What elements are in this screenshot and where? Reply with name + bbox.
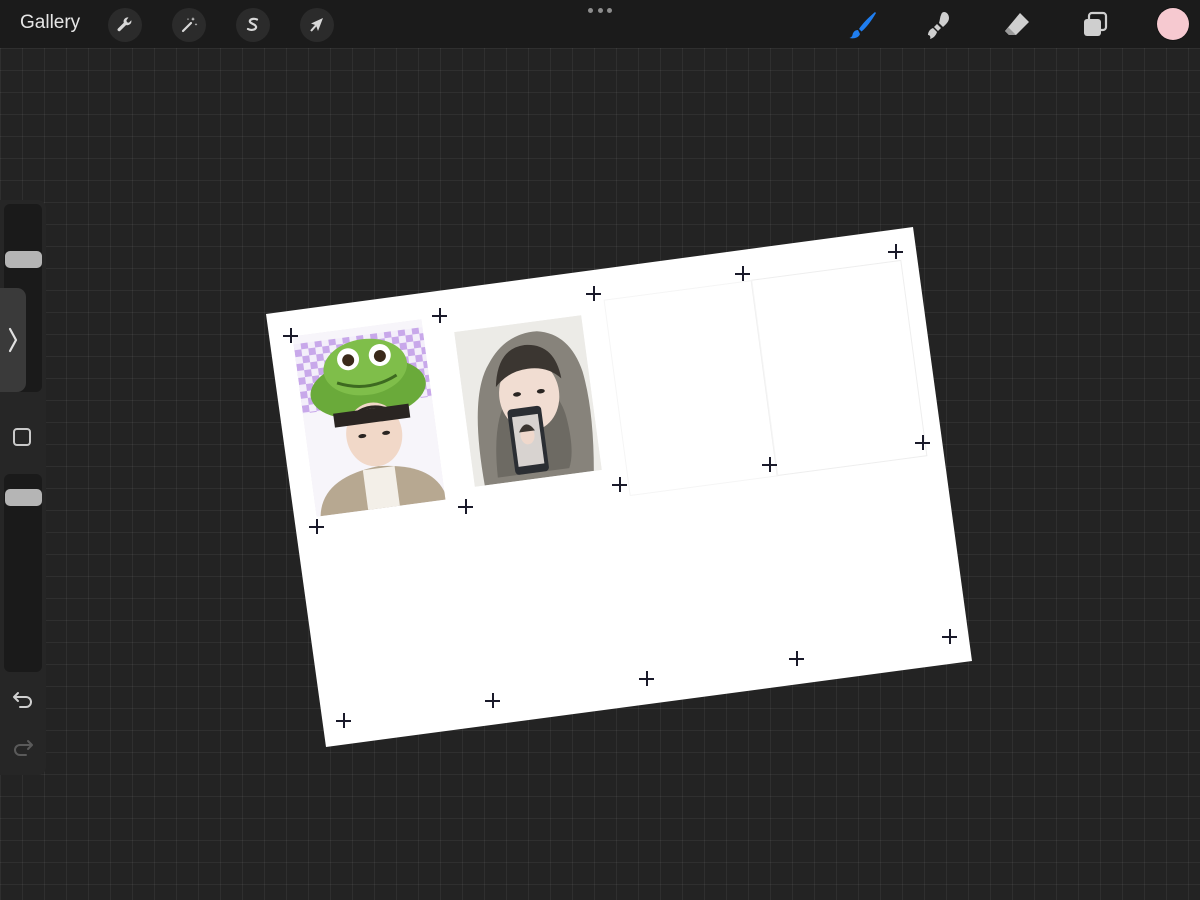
opacity-thumb[interactable]	[5, 489, 42, 506]
smudge-icon	[928, 12, 949, 39]
wrench-icon	[117, 17, 132, 32]
magic-wand-icon	[181, 17, 198, 33]
crop-mark	[336, 713, 351, 728]
undo-button[interactable]	[11, 688, 35, 710]
frog-hat-photo-icon	[292, 319, 446, 517]
empty-frame	[750, 259, 928, 477]
crop-mark	[942, 629, 957, 644]
more-options-dots[interactable]	[588, 6, 612, 14]
photo-hoodie-phone[interactable]	[454, 315, 602, 487]
redo-icon	[14, 740, 33, 756]
layers-button[interactable]	[1078, 8, 1112, 42]
layers-icon	[1084, 11, 1108, 36]
crop-mark	[735, 266, 750, 281]
brush-button[interactable]	[846, 8, 880, 42]
crop-mark	[432, 308, 447, 323]
eraser-button[interactable]	[1000, 8, 1034, 42]
crop-mark	[762, 457, 777, 472]
crop-mark	[485, 693, 500, 708]
crop-mark	[458, 499, 473, 514]
modify-square-button[interactable]	[13, 428, 31, 446]
crop-mark	[888, 244, 903, 259]
top-toolbar: Gallery	[0, 0, 1200, 48]
photo-frog-hat[interactable]	[292, 319, 446, 517]
crop-mark	[789, 651, 804, 666]
arrow-cursor-icon	[310, 18, 323, 32]
crop-mark	[639, 671, 654, 686]
sidebar-collapse-tab[interactable]	[0, 288, 26, 392]
selection-s-icon	[246, 17, 259, 32]
eraser-icon	[1005, 13, 1029, 35]
undo-icon	[13, 692, 32, 708]
smudge-button[interactable]	[922, 8, 956, 42]
transform-button[interactable]	[300, 8, 334, 42]
selection-button[interactable]	[236, 8, 270, 42]
adjustments-button[interactable]	[172, 8, 206, 42]
crop-mark	[586, 286, 601, 301]
crop-mark	[309, 519, 324, 534]
actions-button[interactable]	[108, 8, 142, 42]
hoodie-photo-icon	[454, 315, 602, 487]
crop-mark	[283, 328, 298, 343]
gallery-button[interactable]: Gallery	[20, 12, 80, 34]
brush-size-thumb[interactable]	[5, 251, 42, 268]
left-sidebar	[0, 200, 46, 775]
crop-mark	[612, 477, 627, 492]
brush-icon	[849, 12, 876, 39]
color-picker-swatch[interactable]	[1157, 8, 1189, 40]
chevron-right-icon	[8, 327, 18, 353]
redo-button[interactable]	[11, 736, 35, 758]
crop-mark	[915, 435, 930, 450]
empty-frame	[603, 279, 779, 497]
